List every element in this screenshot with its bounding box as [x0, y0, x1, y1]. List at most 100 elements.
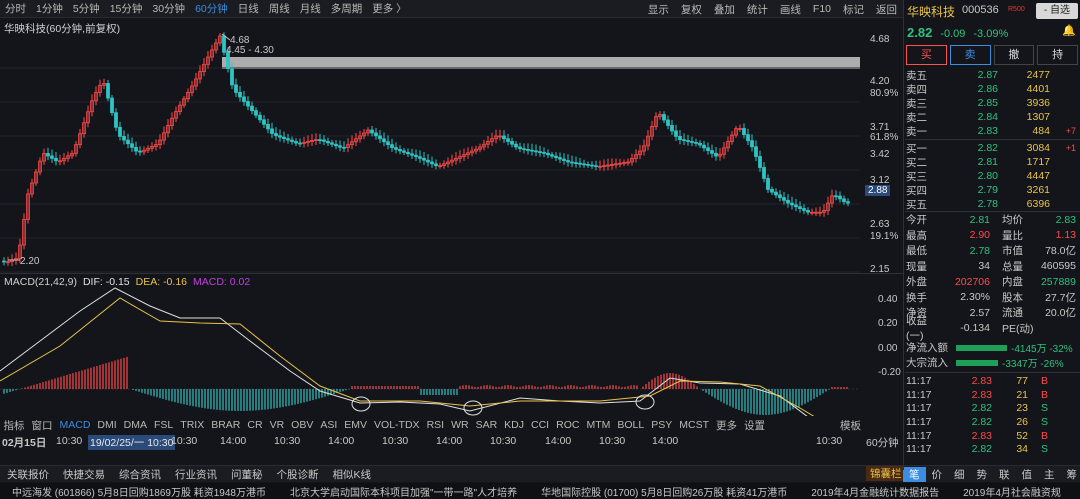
toolbar-action[interactable]: 返回: [870, 2, 903, 17]
indicator-tab[interactable]: CR: [244, 419, 266, 431]
stock-name[interactable]: 华映科技: [907, 3, 955, 20]
cancel-order-button[interactable]: 撤: [993, 45, 1035, 65]
toolbar-action[interactable]: 画线: [774, 2, 807, 17]
indicator-tab[interactable]: SAR: [472, 419, 501, 431]
indicator-tab[interactable]: CCI: [528, 419, 553, 431]
detail-tab[interactable]: 主: [1038, 467, 1061, 482]
bottom-tab[interactable]: 个股诊断: [270, 467, 326, 482]
detail-tabs: 笔价细势联值主筹: [903, 465, 1080, 482]
news-item[interactable]: 2019年4月社会融资规: [951, 484, 1073, 499]
timeframe-tab[interactable]: 分时: [0, 1, 31, 16]
bottom-tabs: 关联报价 快捷交易 综合资讯 行业资讯 问董秘 个股诊断 相似K线: [0, 465, 903, 482]
toolbar-action[interactable]: 标记: [837, 2, 870, 17]
indicator-tab[interactable]: ASI: [317, 419, 341, 431]
indicator-tab[interactable]: VOL-TDX: [371, 419, 424, 431]
indicator-tab[interactable]: PSY: [648, 419, 676, 431]
indicator-tab[interactable]: 设置: [741, 418, 769, 433]
timeframe-tab[interactable]: 多周期: [326, 1, 368, 16]
detail-tab[interactable]: 势: [971, 467, 994, 482]
news-item[interactable]: 华地国际控股 (01700) 5月8日回购26万股 耗资41万港币: [529, 484, 799, 499]
tick-price: 2.83: [971, 388, 992, 401]
candle-body: [834, 195, 838, 198]
level-price: 2.82: [977, 142, 998, 154]
indicator-tab[interactable]: KDJ: [501, 419, 528, 431]
indicator-tab[interactable]: EMV: [341, 419, 371, 431]
bottom-tab[interactable]: 综合资讯: [112, 467, 168, 482]
template-button[interactable]: 模板: [840, 418, 861, 433]
detail-tab[interactable]: 价: [926, 467, 949, 482]
indicator-tab[interactable]: FSL: [151, 419, 177, 431]
timeframe-tab[interactable]: 更多 〉: [367, 1, 411, 16]
timeframe-tab[interactable]: 1分钟: [31, 1, 68, 16]
indicator-tab[interactable]: MTM: [583, 419, 614, 431]
indicator-tab[interactable]: 指标: [0, 418, 28, 433]
toolbar-action[interactable]: F10: [807, 3, 837, 15]
timeframe-tab[interactable]: 月线: [295, 1, 326, 16]
macd-chart[interactable]: [0, 286, 903, 416]
bottom-tab[interactable]: 快捷交易: [56, 467, 112, 482]
buy-button[interactable]: 买: [906, 45, 947, 65]
indicator-tab[interactable]: ROC: [553, 419, 583, 431]
candle-body: [798, 206, 802, 209]
indicator-tab[interactable]: DMI: [94, 419, 120, 431]
detail-tab[interactable]: 细: [948, 467, 971, 482]
indicator-tab[interactable]: WR: [448, 419, 473, 431]
indicator-tab[interactable]: BRAR: [208, 419, 244, 431]
time-label: 14:00: [545, 435, 572, 447]
indicator-tab[interactable]: MCST: [676, 419, 713, 431]
timeframe-tab[interactable]: 15分钟: [105, 1, 148, 16]
indicator-tab[interactable]: MACD: [56, 419, 94, 431]
news-item[interactable]: 中远海发 (601866) 5月8日回购1869万股 耗资1948万港币: [0, 484, 278, 499]
indicator-tab[interactable]: VR: [266, 419, 288, 431]
bell-icon[interactable]: 🔔: [1062, 24, 1076, 37]
detail-tab[interactable]: 值: [1016, 467, 1039, 482]
tick-row: 11:17 2.83 52 B: [906, 429, 1078, 443]
bottom-tab[interactable]: 问董秘: [224, 467, 270, 482]
candle-body: [846, 201, 850, 204]
indicator-tab[interactable]: 更多: [713, 418, 741, 433]
time-label: 10:30: [274, 435, 301, 447]
toolbar-action[interactable]: 叠加: [708, 2, 741, 17]
tick-side: S: [1040, 402, 1048, 415]
toolbar-action[interactable]: 统计: [741, 2, 774, 17]
timeframe-tab[interactable]: 30分钟: [147, 1, 190, 16]
kline-chart[interactable]: 4.68 4.45 - 4.30 2.20: [0, 30, 903, 274]
news-item[interactable]: 2019年4月金融统计数据报告: [799, 484, 951, 499]
detail-tab[interactable]: 笔: [903, 466, 926, 482]
timeframe-tab[interactable]: 周线: [264, 1, 295, 16]
indicator-tab[interactable]: TRIX: [177, 419, 208, 431]
indicator-tab[interactable]: BOLL: [614, 419, 648, 431]
detail-tab[interactable]: 联: [993, 467, 1016, 482]
toolbar-action[interactable]: 复权: [675, 2, 708, 17]
stat-value: 2.90: [969, 229, 990, 242]
time-label: 14:00: [220, 435, 247, 447]
candle-body: [246, 101, 250, 107]
stat-value: 20.0亿: [1045, 307, 1076, 320]
bottom-tab[interactable]: 相似K线: [326, 467, 379, 482]
timeframe-tab[interactable]: 5分钟: [68, 1, 105, 16]
news-item[interactable]: 北京大学启动国际本科项目加强"一带一路"人才培养: [278, 484, 529, 499]
tick-volume: 23: [1016, 402, 1028, 415]
timeframe-tab[interactable]: 日线: [233, 1, 264, 16]
bottom-tab[interactable]: 关联报价: [0, 467, 56, 482]
indicator-tab[interactable]: DMA: [120, 419, 150, 431]
indicator-tab[interactable]: OBV: [288, 419, 317, 431]
candle-body: [698, 142, 702, 146]
price-axis-label: 2.63: [870, 219, 890, 230]
candle-body: [778, 194, 782, 199]
indicator-tab[interactable]: RSI: [423, 419, 448, 431]
candle-body: [286, 138, 290, 141]
holdings-button[interactable]: 持: [1037, 45, 1078, 65]
timeframe-tab[interactable]: 60分钟: [190, 1, 233, 16]
candle-body: [586, 164, 590, 166]
macd-axis-label: -0.20: [878, 367, 901, 378]
orderbook-row: 卖二 2.84 1307: [906, 110, 1078, 124]
detail-tab[interactable]: 筹: [1061, 467, 1080, 482]
toolbar-action[interactable]: 显示: [642, 2, 675, 17]
tips-bar-button[interactable]: 锦囊栏: [866, 466, 906, 481]
bottom-tab[interactable]: 行业资讯: [168, 467, 224, 482]
sell-button[interactable]: 卖: [949, 45, 991, 65]
indicator-tab[interactable]: 窗口: [28, 418, 56, 433]
level-volume: 484: [1032, 125, 1050, 137]
watchlist-button[interactable]: - 自选: [1036, 3, 1078, 19]
